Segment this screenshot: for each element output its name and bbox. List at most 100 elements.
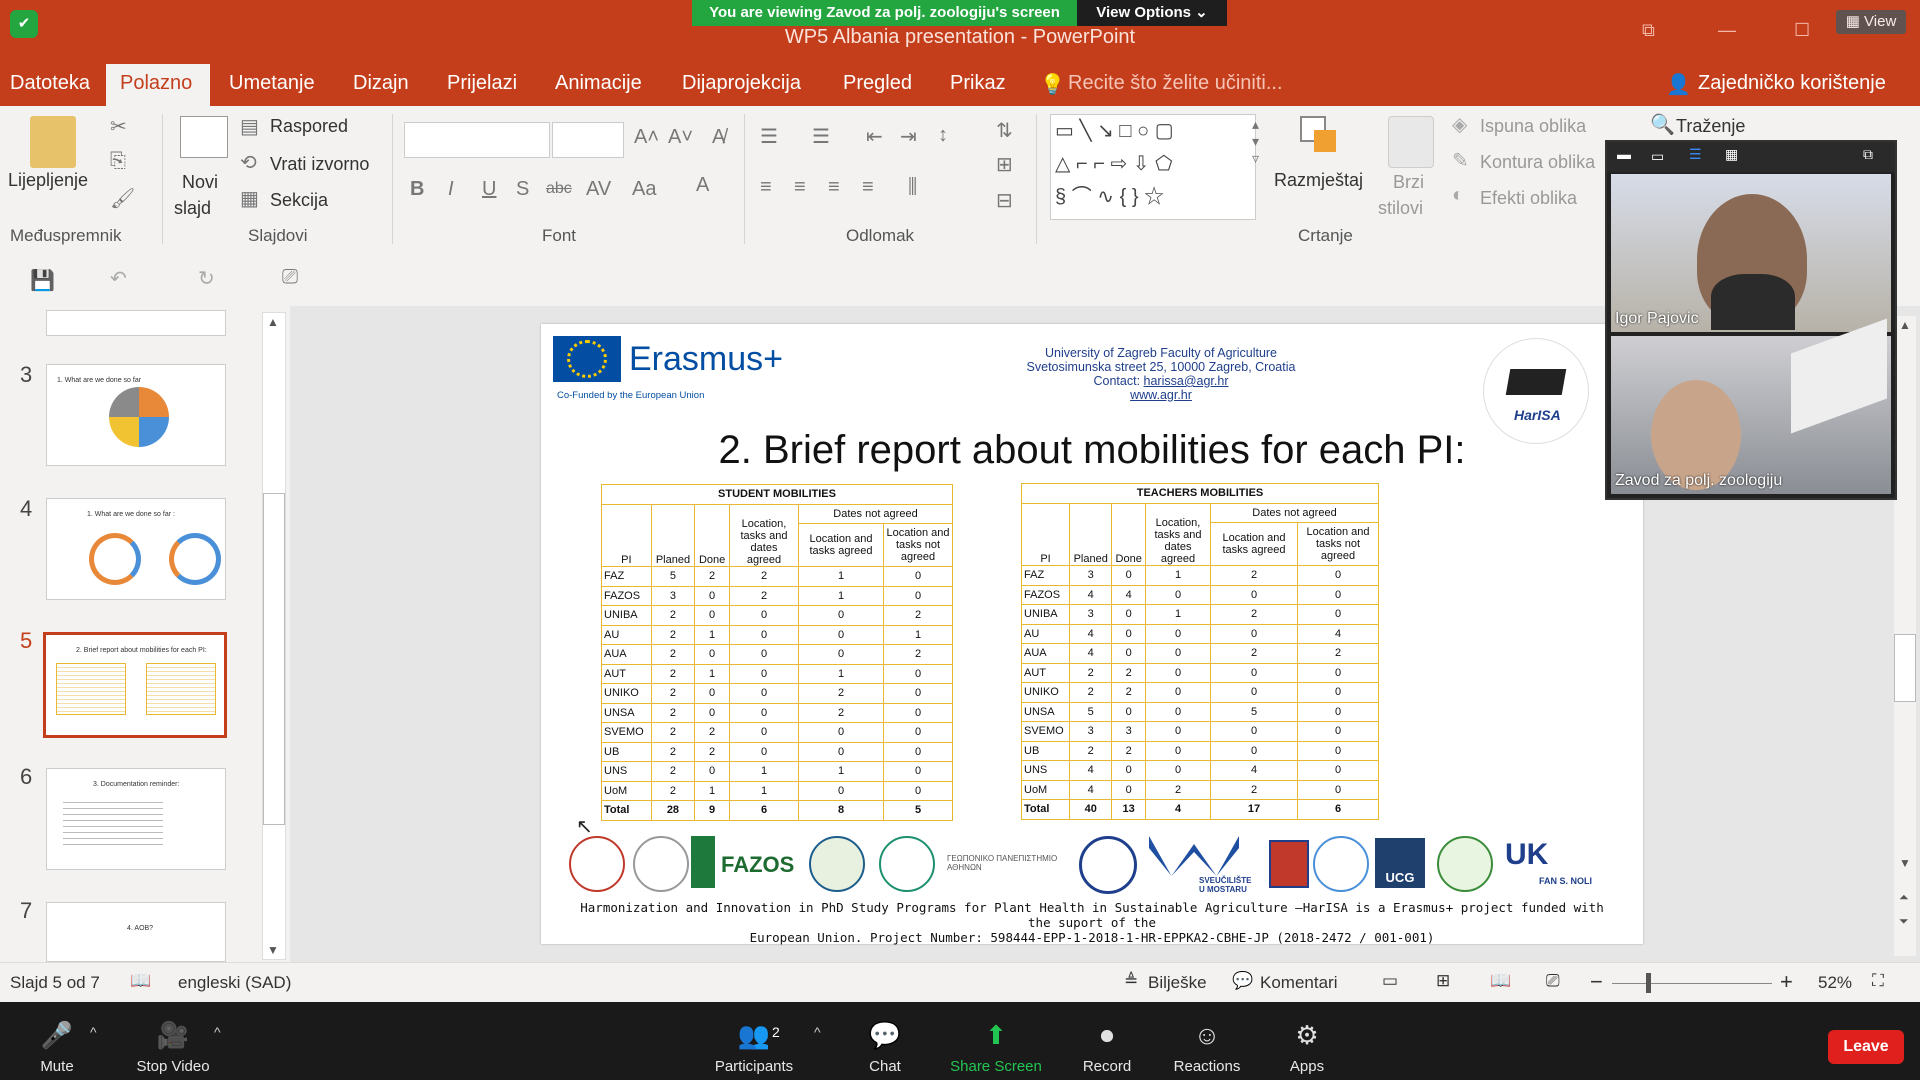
arc-icon[interactable]: ⌒ xyxy=(1072,186,1092,208)
camera-icon[interactable]: 🎥 xyxy=(118,1020,228,1051)
minimize-video-icon[interactable]: ▬ xyxy=(1617,146,1631,162)
scroll-down-icon[interactable]: ▼ xyxy=(267,943,279,957)
layout-button[interactable]: Raspored xyxy=(270,116,348,137)
arrange-button[interactable]: Razmještaj xyxy=(1274,170,1363,191)
chat-button[interactable]: Chat xyxy=(830,1058,940,1075)
apps-button[interactable]: Apps xyxy=(1252,1058,1362,1075)
text-box-icon[interactable]: ▭ xyxy=(1055,120,1074,142)
font-size-input[interactable] xyxy=(552,122,624,158)
slide-thumbnail-2[interactable] xyxy=(46,310,226,336)
record-icon[interactable]: ⏺ xyxy=(1052,1020,1162,1052)
slide-thumbnail-4[interactable]: 1. What are we done so far : xyxy=(46,498,226,600)
oval-icon[interactable]: ○ xyxy=(1137,120,1149,142)
strikethrough-icon[interactable]: abc xyxy=(546,180,572,198)
bullets-icon[interactable]: ☰ xyxy=(760,124,778,149)
down-arrow-icon[interactable]: ⇩ xyxy=(1133,153,1150,175)
participants-icon[interactable]: 👥 xyxy=(699,1020,809,1051)
tab-polazno[interactable]: Polazno xyxy=(106,64,210,106)
maximize-icon[interactable]: ☐ xyxy=(1794,20,1810,41)
arrange-icon[interactable] xyxy=(1300,116,1340,156)
new-slide-icon[interactable] xyxy=(180,116,228,158)
slide-canvas[interactable]: Erasmus+ Co-Funded by the European Union… xyxy=(541,324,1643,945)
shapes-gallery[interactable]: ▭ ╲ ↘ □ ○ ▢ △ ⌐ ⌐ ⇨ ⇩ ⬠ § ⌒ ∿ { } ☆ xyxy=(1050,114,1256,220)
shrink-font-icon[interactable]: A˅ xyxy=(668,126,693,149)
rounded-rect-icon[interactable]: ▢ xyxy=(1155,120,1174,142)
section-button[interactable]: Sekcija xyxy=(270,190,328,211)
line-icon[interactable]: ╲ xyxy=(1079,120,1091,142)
brace-right-icon[interactable]: } xyxy=(1132,186,1139,208)
format-painter-icon[interactable]: 🖌 xyxy=(110,186,135,211)
exit-panel-icon[interactable]: ⧉ xyxy=(1863,146,1873,163)
contact-email-link[interactable]: harissa@agr.hr xyxy=(1144,374,1229,388)
share-screen-icon[interactable]: ⬆ xyxy=(941,1020,1051,1051)
reactions-button[interactable]: Reactions xyxy=(1152,1058,1262,1075)
video-tile-1[interactable]: Igor Pajovic xyxy=(1611,174,1891,332)
share-icon[interactable]: 👤 xyxy=(1666,72,1691,97)
line-spacing-icon[interactable]: ↕ xyxy=(938,124,948,147)
zoom-slider-thumb[interactable] xyxy=(1646,973,1651,993)
decrease-indent-icon[interactable]: ⇤ xyxy=(866,124,883,149)
start-slideshow-icon[interactable]: ⎚ xyxy=(282,266,298,289)
grow-font-icon[interactable]: A˄ xyxy=(634,126,659,149)
rectangle-icon[interactable]: □ xyxy=(1119,120,1131,142)
numbering-icon[interactable]: ☰ xyxy=(812,124,830,149)
speaker-view-icon[interactable]: ▭ xyxy=(1651,148,1664,165)
arrow-line-icon[interactable]: ↘ xyxy=(1097,120,1114,142)
slide-thumbnail-3[interactable]: 1. What are we done so far xyxy=(46,364,226,466)
shadow-icon[interactable]: S xyxy=(516,178,529,201)
copy-icon[interactable]: ⎘ xyxy=(110,150,126,173)
scroll-up-icon[interactable]: ▲ xyxy=(1899,318,1911,332)
reactions-icon[interactable]: ☺ xyxy=(1152,1020,1262,1051)
underline-icon[interactable]: U xyxy=(482,178,496,201)
bold-icon[interactable]: B xyxy=(410,178,424,201)
italic-icon[interactable]: I xyxy=(448,178,454,201)
font-color-icon[interactable]: A xyxy=(696,174,709,197)
tab-dizajn[interactable]: Dizajn xyxy=(353,72,409,95)
align-right-icon[interactable]: ≡ xyxy=(828,176,840,199)
gallery-view-icon[interactable]: ▦ xyxy=(1725,146,1738,163)
view-options-button[interactable]: View Options ⌄ xyxy=(1077,0,1227,26)
increase-indent-icon[interactable]: ⇥ xyxy=(900,124,917,149)
thumbnails-scrollbar[interactable]: ▲ ▼ xyxy=(262,312,286,960)
tab-animacije[interactable]: Animacije xyxy=(555,72,642,95)
undo-icon[interactable]: ↶ xyxy=(110,266,127,291)
text-direction-icon[interactable]: ⇅ xyxy=(996,118,1013,143)
thumbnails-scroll-thumb[interactable] xyxy=(263,493,285,825)
scroll-down-icon[interactable]: ▼ xyxy=(1899,856,1911,870)
paste-button[interactable]: Lijepljenje xyxy=(8,170,88,191)
mute-button[interactable]: Mute xyxy=(2,1058,112,1075)
ribbon-display-icon[interactable]: ⧉ xyxy=(1642,20,1655,41)
chat-icon[interactable]: 💬 xyxy=(830,1020,940,1051)
previous-slide-icon[interactable]: ⏶ xyxy=(1899,890,1909,905)
font-name-input[interactable] xyxy=(404,122,550,158)
tell-me-input[interactable]: Recite što želite učiniti... xyxy=(1068,72,1283,95)
curve-icon[interactable]: ∿ xyxy=(1097,186,1114,208)
tab-prijelazi[interactable]: Prijelazi xyxy=(447,72,517,95)
quick-styles-icon[interactable] xyxy=(1388,116,1434,168)
align-center-icon[interactable]: ≡ xyxy=(794,176,806,199)
tab-prikaz[interactable]: Prikaz xyxy=(950,72,1006,95)
triangle-icon[interactable]: △ xyxy=(1055,153,1070,175)
stop-video-button[interactable]: Stop Video xyxy=(118,1058,228,1075)
notes-button[interactable]: Bilješke xyxy=(1148,973,1207,993)
align-left-icon[interactable]: ≡ xyxy=(760,176,772,199)
connector-icon[interactable]: ⌐ xyxy=(1093,153,1105,175)
pentagon-icon[interactable]: ⬠ xyxy=(1155,153,1172,175)
align-text-icon[interactable]: ⊞ xyxy=(996,152,1013,177)
change-case-icon[interactable]: Aa xyxy=(632,178,656,201)
record-button[interactable]: Record xyxy=(1052,1058,1162,1075)
freeform-icon[interactable]: § xyxy=(1055,186,1066,208)
tab-dijaprojekcija[interactable]: Dijaprojekcija xyxy=(682,72,801,95)
justify-icon[interactable]: ≡ xyxy=(862,176,874,199)
participants-chevron-icon[interactable]: ^ xyxy=(814,1024,821,1040)
share-screen-button[interactable]: Share Screen xyxy=(941,1058,1051,1075)
slide-scroll-thumb[interactable] xyxy=(1894,634,1916,702)
quick-styles-label-1[interactable]: Brzi xyxy=(1393,172,1424,193)
fit-to-window-icon[interactable]: ⛶ xyxy=(1872,971,1884,991)
reset-button[interactable]: Vrati izvorno xyxy=(270,154,369,175)
apps-icon[interactable]: ⚙ xyxy=(1252,1020,1362,1051)
leave-button[interactable]: Leave xyxy=(1828,1030,1904,1064)
zoom-view-button[interactable]: ▦ View xyxy=(1836,10,1906,34)
cut-icon[interactable]: ✂ xyxy=(110,114,127,139)
language-status[interactable]: engleski (SAD) xyxy=(178,973,291,993)
